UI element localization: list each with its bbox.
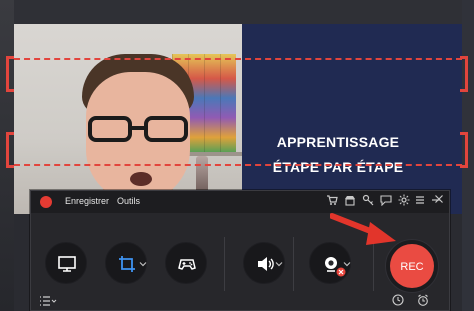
shop-icon[interactable] <box>343 194 357 208</box>
region-handle-bottom-left[interactable] <box>6 132 14 168</box>
chat-icon[interactable] <box>379 194 393 208</box>
history-icon[interactable] <box>392 294 404 306</box>
menu-icon[interactable] <box>413 194 427 208</box>
region-handle-top-left[interactable] <box>6 56 14 92</box>
monitor-icon <box>58 256 76 272</box>
full-screen-button[interactable] <box>45 242 87 284</box>
sound-chevron-down-icon[interactable] <box>275 260 283 268</box>
control-divider-2 <box>293 237 294 291</box>
annotation-arrow-icon <box>330 213 396 245</box>
close-icon[interactable] <box>432 193 446 207</box>
control-divider-1 <box>224 237 225 291</box>
gamepad-icon <box>178 259 196 270</box>
alarm-clock-icon[interactable] <box>417 294 429 306</box>
person-mouth <box>130 172 152 186</box>
webcam-chevron-down-icon[interactable] <box>343 260 351 268</box>
speaker-icon <box>258 257 274 271</box>
menu-record[interactable]: Enregistrer <box>65 196 109 206</box>
recorder-panel: Enregistrer Outils REC <box>30 190 450 311</box>
game-mode-button[interactable] <box>165 242 207 284</box>
region-chevron-down-icon[interactable] <box>139 260 147 268</box>
crop-region-icon <box>119 256 135 272</box>
screen: APPRENTISSAGE ÉTAPE PAR ÉTAPE Enregistre… <box>0 0 474 311</box>
recording-region[interactable] <box>14 58 462 166</box>
settings-icon[interactable] <box>397 194 411 208</box>
region-handle-top-right[interactable] <box>460 56 468 92</box>
region-handle-bottom-right[interactable] <box>460 132 468 168</box>
background-top <box>0 0 474 24</box>
cart-icon[interactable] <box>325 194 339 208</box>
disabled-badge-icon <box>336 267 346 277</box>
rec-button[interactable]: REC <box>390 244 434 288</box>
list-menu-icon[interactable] <box>39 296 57 306</box>
key-icon[interactable] <box>361 194 375 208</box>
menu-tools[interactable]: Outils <box>117 196 140 206</box>
app-logo-icon <box>40 196 52 208</box>
